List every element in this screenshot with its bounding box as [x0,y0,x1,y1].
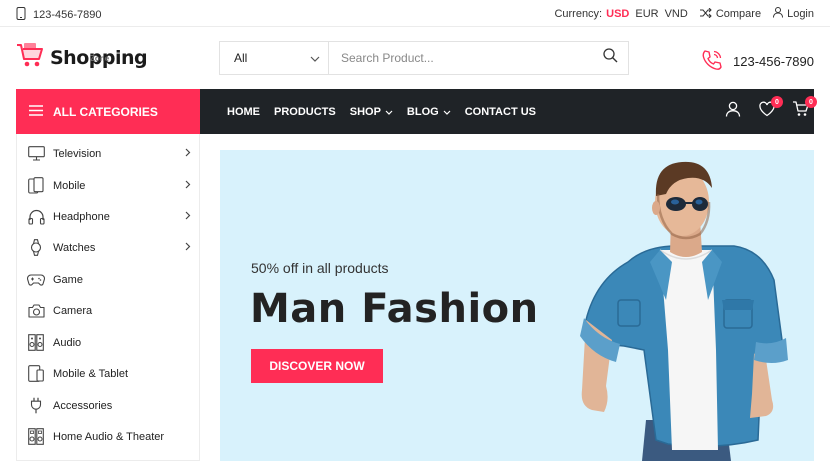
sidebar-item-label: Mobile [53,179,86,192]
sidebar-item-label: Game [53,273,83,286]
sidebar-item-label: Camera [53,304,93,317]
hero-subtitle: 50% off in all products [251,260,389,276]
phone-icon [16,7,26,23]
chevron-down-icon [385,106,393,118]
account-icon [725,101,741,117]
account-button[interactable] [724,100,742,118]
top-phone-number: 123-456-7890 [33,9,102,21]
chevron-right-icon [185,180,191,192]
top-bar: 123-456-7890 Currency: USD EUR VND Compa… [0,0,830,27]
compare-link[interactable]: Compare [699,7,762,21]
compare-label: Compare [715,8,762,20]
sidebar-item-label: Accessories [53,399,113,412]
search-input[interactable] [329,42,592,74]
logo-subtext: Zone [90,54,110,63]
nav-home-label: HOME [227,105,260,118]
header-phone-number: 123-456-7890 [733,54,814,69]
nav-actions: 0 0 [724,96,817,118]
currency-usd[interactable]: USD [606,8,629,20]
chevron-right-icon [185,211,191,223]
nav-shop[interactable]: SHOP [350,106,393,118]
sidebar-item-game[interactable]: Game [17,264,201,295]
hero-model-image [580,161,788,461]
discover-now-button[interactable]: DISCOVER NOW [251,349,383,383]
all-categories-button[interactable]: ALL CATEGORIES [16,89,200,134]
currency-vnd[interactable]: VND [665,8,688,20]
search-icon [602,48,618,68]
wishlist-button[interactable]: 0 [758,96,783,118]
plug-icon [27,397,45,415]
shuffle-icon [699,7,712,21]
sidebar-item-mobile[interactable]: Mobile [17,170,201,201]
nav-contact[interactable]: CONTACT US [465,106,536,118]
home-audio-icon [27,428,45,446]
chevron-down-icon [443,106,451,118]
camera-icon [27,302,45,320]
gamepad-icon [27,271,45,289]
sidebar-item-home-audio[interactable]: Home Audio & Theater [17,421,201,452]
wishlist-count-badge: 0 [771,96,783,108]
hamburger-icon [29,104,43,119]
sidebar-item-watches[interactable]: Watches [17,232,201,263]
search-category-select[interactable]: All [220,42,329,74]
chevron-down-icon [310,51,320,65]
watch-icon [27,239,45,257]
nav-products-label: PRODUCTS [274,105,336,118]
nav-products[interactable]: PRODUCTS [274,106,336,118]
hero-banner: 50% off in all products Man Fashion DISC… [220,150,814,461]
sidebar-item-camera[interactable]: Camera [17,295,201,326]
hero-title: Man Fashion [250,286,539,332]
sidebar-item-label: Headphone [53,210,110,223]
user-icon [773,7,784,21]
sidebar-item-audio[interactable]: Audio [17,327,201,358]
login-link[interactable]: Login [773,7,814,21]
all-categories-label: ALL CATEGORIES [53,104,158,119]
main-nav: ALL CATEGORIES HOME PRODUCTS SHOP BLOG C… [16,89,817,134]
header-phone[interactable]: 123-456-7890 [701,49,814,74]
nav-shop-label: SHOP [349,105,381,118]
sidebar-item-accessories[interactable]: Accessories [17,390,201,421]
headphone-icon [27,208,45,226]
sidebar-item-label: Watches [53,241,96,254]
sidebar-item-label: Mobile & Tablet [53,367,129,380]
phone-call-icon [701,49,723,74]
category-sidebar: Television Mobile Headphone Watches Game… [16,134,200,461]
cart-logo-icon [16,40,46,75]
search-bar: All [219,41,629,75]
sidebar-item-label: Home Audio & Theater [53,430,165,443]
cart-button[interactable]: 0 [792,96,817,118]
mobile-icon [27,177,45,195]
sidebar-item-headphone[interactable]: Headphone [17,201,201,232]
chevron-right-icon [185,148,191,160]
currency-eur[interactable]: EUR [635,8,658,20]
currency-label: Currency: [554,8,603,20]
chevron-right-icon [185,242,191,254]
top-phone[interactable]: 123-456-7890 [16,7,102,23]
sidebar-item-television[interactable]: Television [17,138,201,169]
site-logo[interactable]: Shopping [16,40,148,75]
login-label: Login [787,8,814,20]
nav-blog-label: BLOG [406,105,439,118]
speaker-icon [27,334,45,352]
cart-count-badge: 0 [805,96,817,108]
nav-blog[interactable]: BLOG [407,106,451,118]
search-button[interactable] [592,42,628,74]
tablet-icon [27,365,45,383]
nav-home[interactable]: HOME [227,106,260,118]
search-category-value: All [234,51,248,65]
nav-contact-label: CONTACT US [464,105,536,118]
sidebar-item-label: Television [53,147,102,160]
sidebar-item-label: Audio [53,336,82,349]
tv-icon [27,145,45,163]
site-header: Shopping Zone All 123-456-7890 [0,27,830,89]
nav-menu: HOME PRODUCTS SHOP BLOG CONTACT US [227,89,536,134]
sidebar-item-mobile-tablet[interactable]: Mobile & Tablet [17,358,201,389]
